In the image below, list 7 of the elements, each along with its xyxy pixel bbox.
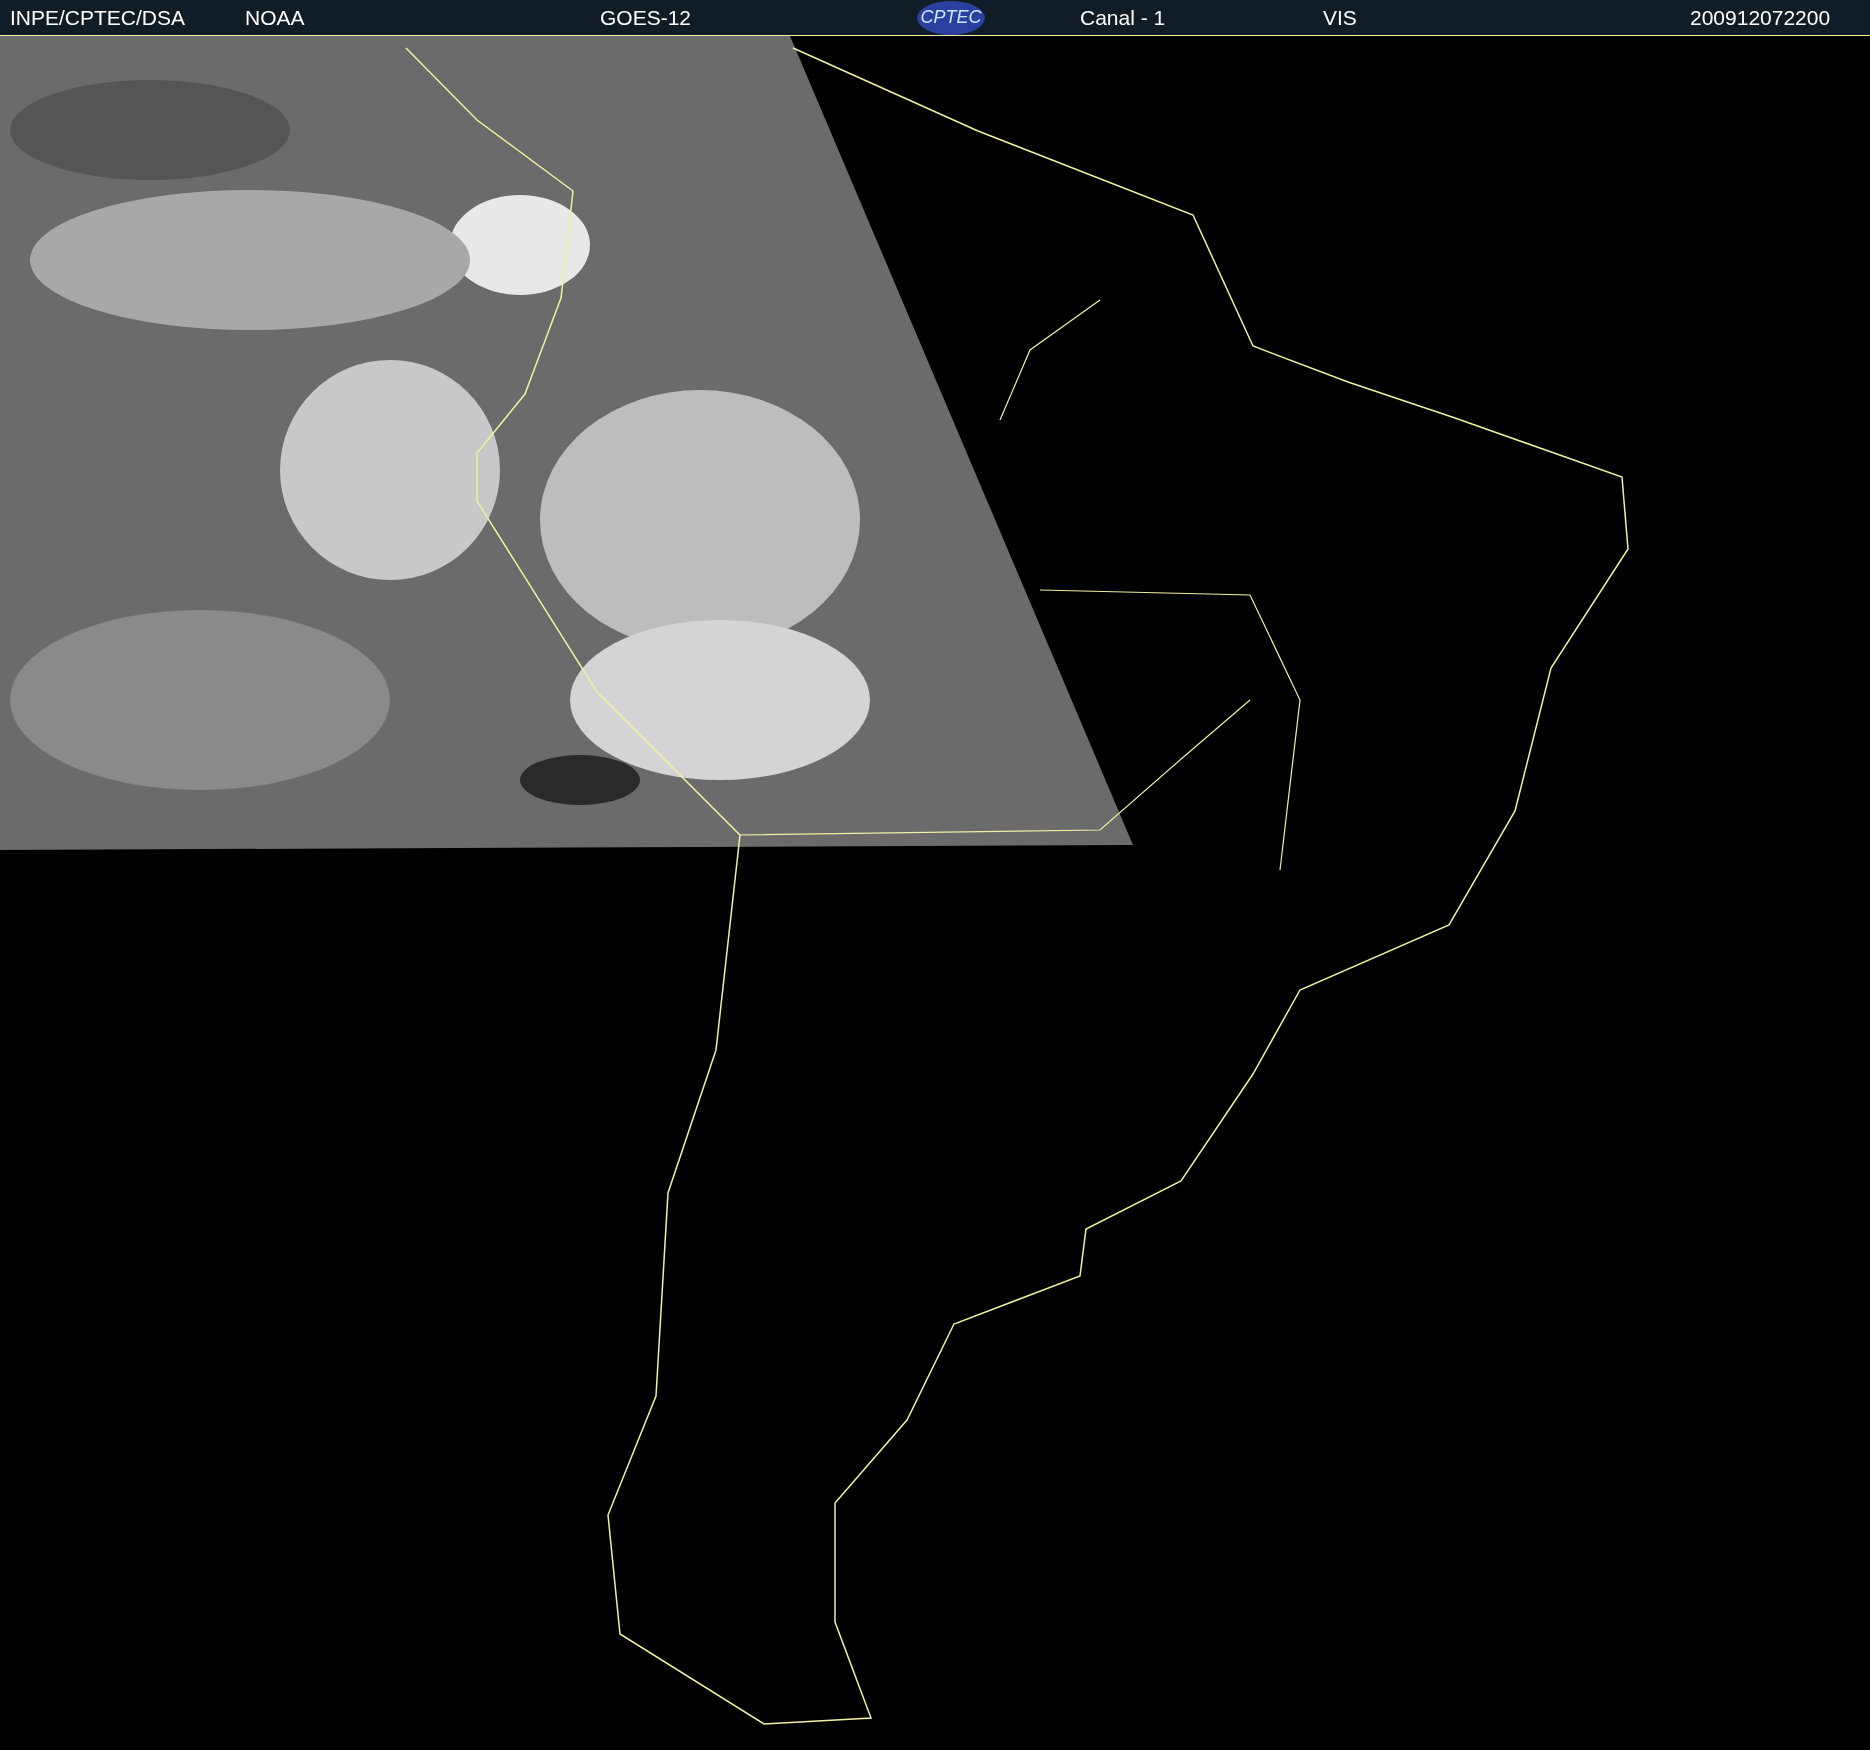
- agency-label: NOAA: [245, 4, 306, 31]
- timestamp-label: 200912072200: [1690, 4, 1831, 31]
- channel-label: Canal - 1: [1080, 4, 1167, 31]
- band-label: VIS: [1323, 4, 1358, 31]
- logo: CPTEC: [917, 0, 985, 35]
- source-label: INPE/CPTEC/DSA: [10, 4, 187, 31]
- satellite-label: GOES-12: [600, 4, 693, 31]
